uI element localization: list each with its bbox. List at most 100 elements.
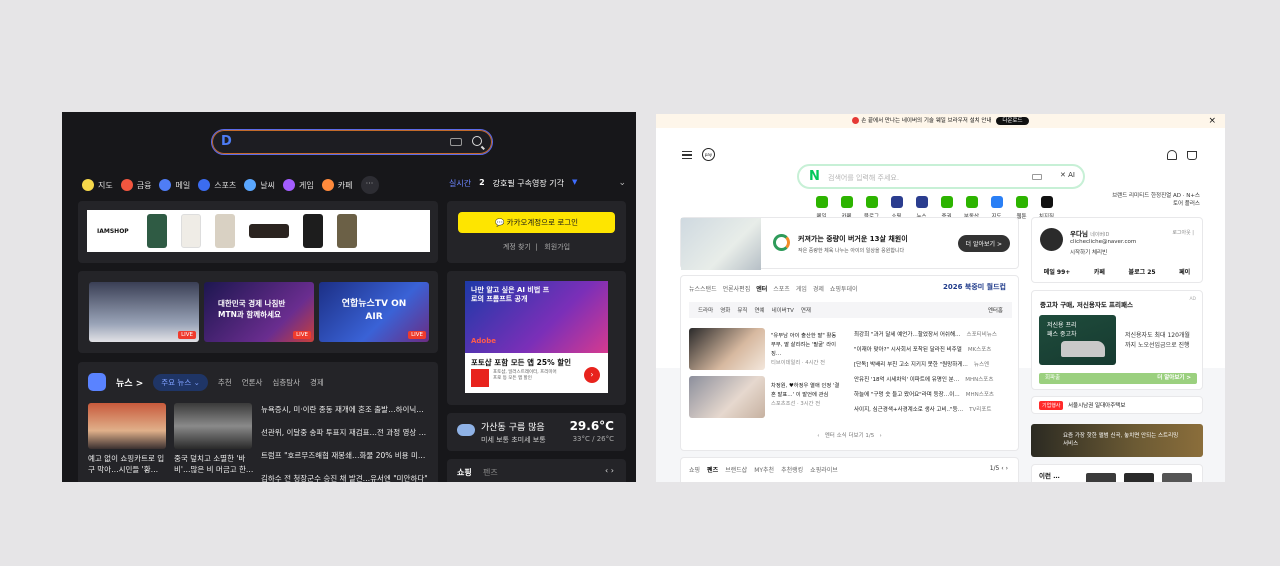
cta-right[interactable]: 더 알아보기 > xyxy=(1157,373,1191,384)
close-icon[interactable]: × xyxy=(1208,114,1216,128)
search-placeholder[interactable]: 검색어를 입력해 주세요. xyxy=(828,173,899,183)
news-thumbnail[interactable] xyxy=(174,403,252,449)
shopping-title[interactable]: 쇼핑 xyxy=(457,467,472,478)
category-weather[interactable]: 날씨 xyxy=(244,179,275,191)
charity-ad[interactable]: 커져가는 중량이 버거운 13살 채원이 작은 중량한 체육 나누는 아이의 일… xyxy=(680,217,1019,270)
news-headline[interactable]: 선관위, 이달중 송파 투표지 재검표…전 과정 영상 … xyxy=(261,427,426,438)
more-icon[interactable]: ··· xyxy=(360,176,379,194)
realtime-keyword-text[interactable]: 강호필 구속영장 기각 xyxy=(493,178,564,189)
live-notice[interactable]: 기업행사 서울시남권 일대아주택보 xyxy=(1031,396,1203,414)
cafe-link[interactable]: 카페 xyxy=(1094,267,1105,276)
pay-link[interactable]: 페이 xyxy=(1179,267,1190,276)
ai-button[interactable]: ✕ AI xyxy=(1060,171,1075,179)
category-sports[interactable]: 스포츠 xyxy=(198,179,236,191)
search-bar[interactable]: N 검색어를 입력해 주세요. ✕ AI xyxy=(797,164,1085,189)
tab-indepth[interactable]: 심층탐사 xyxy=(272,377,300,388)
product-image[interactable] xyxy=(1124,473,1154,482)
subtab-item[interactable]: 드라마 xyxy=(698,306,713,314)
blog-count[interactable]: 블로그 25 xyxy=(1129,267,1156,276)
tab-item[interactable]: MY추천 xyxy=(754,465,774,474)
news-thumbnail[interactable] xyxy=(689,328,765,370)
bell-icon[interactable] xyxy=(1167,150,1177,160)
music-ad[interactable]: 요즘 가장 핫한 앨범 신곡, 놓치면 안되는 스트리밍 서비스 xyxy=(1031,424,1203,457)
news-headline[interactable]: 김하수 전 청장군수 승진 채 발견…유서엔 "미안하다" xyxy=(261,473,428,482)
category-cafe[interactable]: 카페 xyxy=(321,179,353,191)
tab-recommend[interactable]: 추천 xyxy=(218,377,232,388)
news-thumbnail[interactable] xyxy=(689,376,765,418)
category-map[interactable]: 지도 xyxy=(82,179,113,191)
more-news-link[interactable]: 엔터 소식 더보기 1/5 xyxy=(825,433,875,439)
category-mail[interactable]: 메일 xyxy=(159,179,190,191)
category-finance[interactable]: 금융 xyxy=(120,179,151,191)
tab-item[interactable]: 쇼핑 xyxy=(689,465,700,474)
side-headline[interactable]: [단독] 박배리 부친 고소 지키지 못한 "원망하게… 뉴스엔 xyxy=(854,360,989,368)
live-video-3[interactable]: 연합뉴스TV ON AIR LIVE xyxy=(319,282,429,342)
carousel-nav[interactable]: ‹ › xyxy=(605,466,614,475)
news-item[interactable]: "유부남 아이 출산한 딸" 활동 부부, 딸 살리려는 '필굴' 라이징… 티… xyxy=(771,332,841,368)
weather-widget[interactable]: 가산동 구름 많음 미세 보통 초미세 보통 29.6°C 33°C / 26°… xyxy=(447,413,626,451)
search-bar[interactable]: D xyxy=(211,129,493,155)
learn-more-button[interactable]: 더 알아보기 > xyxy=(957,235,1010,252)
news-pager[interactable]: ‹ 엔터 소식 더보기 1/5 › xyxy=(681,431,1018,439)
side-headline[interactable]: 하늘에 "구멍 숫 들고 왔어요"라며 등장…이… MHN스포츠 xyxy=(854,390,994,398)
shopping-subtab[interactable]: 펜즈 xyxy=(483,467,498,478)
side-headline[interactable]: 안유진 '18억 시세차익' 이파트에 유명인 분… MHN스포츠 xyxy=(854,375,993,383)
news-section-title[interactable]: 뉴스 > xyxy=(116,376,143,389)
user-name[interactable]: 우다님 네이버ID xyxy=(1070,228,1109,238)
product-title[interactable]: 이런 … xyxy=(1039,472,1060,481)
news-headline[interactable]: 뉴욕증시, 미·이란 종동 재개에 혼조 출발…하이닉… xyxy=(261,404,424,415)
news-item[interactable]: 차정원, ♥하정우 열애 인정 '결혼 발표…' 이 발언에 관심 스포츠조선 … xyxy=(771,382,841,409)
realtime-keyword[interactable]: 실시간 2 강호필 구속영장 기각 ▼ xyxy=(449,178,577,189)
tab-item[interactable]: 추천랭킹 xyxy=(781,465,803,474)
product-image[interactable] xyxy=(1086,473,1116,482)
tab-item[interactable]: 뉴스스탠드 xyxy=(689,284,717,293)
tab-item[interactable]: 스포츠 xyxy=(773,284,790,293)
subtab-item[interactable]: 연예 xyxy=(754,306,764,314)
side-headline[interactable]: "이재아 맞아?" 시사회서 포착된 달라진 비주얼 MK스포츠 xyxy=(854,345,991,353)
subtab-item[interactable]: 연재 xyxy=(801,306,811,314)
logout-link[interactable]: 로그아웃 | xyxy=(1172,229,1194,236)
search-icon[interactable] xyxy=(472,136,482,146)
shopping-pager[interactable]: 1/5 ‹ › xyxy=(990,465,1008,472)
tab-item[interactable]: 브랜드샵 xyxy=(725,465,747,474)
prev-icon[interactable]: ‹ xyxy=(817,433,819,439)
tab-item[interactable]: 쇼핑투데이 xyxy=(830,284,858,293)
subtab-item[interactable]: 네이버TV xyxy=(772,306,794,314)
ad-banner-content[interactable]: IAMSHOP xyxy=(87,210,430,252)
chevron-down-icon[interactable]: ⌄ xyxy=(618,178,626,188)
ad-cta-bar[interactable]: 회파출 더 알아보기 > xyxy=(1039,373,1197,384)
tab-item[interactable]: 펜즈 xyxy=(707,465,718,474)
find-account-link[interactable]: 계정 찾기 xyxy=(503,243,531,251)
enter-home-link[interactable]: 엔터홈 xyxy=(988,306,1003,314)
next-icon[interactable]: › xyxy=(880,433,882,439)
mail-count[interactable]: 메일 99+ xyxy=(1044,267,1071,276)
news-thumbnail[interactable] xyxy=(88,403,166,449)
keyboard-icon[interactable] xyxy=(1032,174,1042,180)
side-headline[interactable]: 사이지, 심근경색+사경계소로 생사 고비.."등… TV리포트 xyxy=(854,405,991,413)
used-car-ad[interactable]: 중고차 구매, 저신용자도 프리패스 AD 저신용 프리패스 중고차 저신용자도… xyxy=(1031,290,1203,390)
adobe-ad[interactable]: 나만 알고 싶은 AI 비법 프로의 프롬프트 공개 Adobe 포토샵 포함 … xyxy=(447,271,626,405)
news-caption[interactable]: 중국 덮치고 소멸한 '바비'…많은 비 머금고 한… xyxy=(174,453,256,475)
cart-icon[interactable] xyxy=(1187,151,1197,160)
ad-banner[interactable]: IAMSHOP xyxy=(78,201,438,263)
news-caption[interactable]: 예고 없이 쇼핑카트로 입구 막아…시민들 '황… xyxy=(88,453,170,475)
whale-banner[interactable]: 손 끝에서 만나는 네이버의 기술 웨일 브라우저 설치 안내 다운로드 × xyxy=(656,114,1225,128)
news-headline[interactable]: 트럼프 "호르무즈해협 재봉쇄…화물 20% 비용 미… xyxy=(261,450,425,461)
side-headline[interactable]: 최강희 "과거 달세 예언가…할었장서 어쉬해… 스포티비뉴스 xyxy=(854,330,997,338)
worldcup-banner[interactable]: 2026 북중미 월드컵 xyxy=(943,282,1006,292)
tab-item[interactable]: 쇼핑라이브 xyxy=(810,465,838,474)
keyboard-icon[interactable] xyxy=(450,138,462,146)
product-image[interactable] xyxy=(1162,473,1192,482)
tab-economy[interactable]: 경제 xyxy=(310,377,324,388)
tab-press[interactable]: 언론사 xyxy=(242,377,263,388)
signup-link[interactable]: 회원가입 xyxy=(544,243,570,251)
subtab-item[interactable]: 뮤직 xyxy=(737,306,747,314)
tab-main-news[interactable]: 주요 뉴스 ⌄ xyxy=(153,373,208,391)
live-video-1[interactable]: LIVE xyxy=(89,282,199,342)
tab-item[interactable]: 엔터 xyxy=(756,284,767,293)
subtab-item[interactable]: 영화 xyxy=(720,306,730,314)
menu-icon[interactable] xyxy=(682,151,692,159)
live-video-2[interactable]: 대한민국 경제 나침반 MTN과 함께하세요 LIVE xyxy=(204,282,314,342)
promo-ad[interactable]: 브랜드 리미티드 한정진열 AD · N+스토어 플러스 xyxy=(1110,192,1200,208)
kakao-login-button[interactable]: 💬 카카오계정으로 로그인 xyxy=(458,212,615,233)
